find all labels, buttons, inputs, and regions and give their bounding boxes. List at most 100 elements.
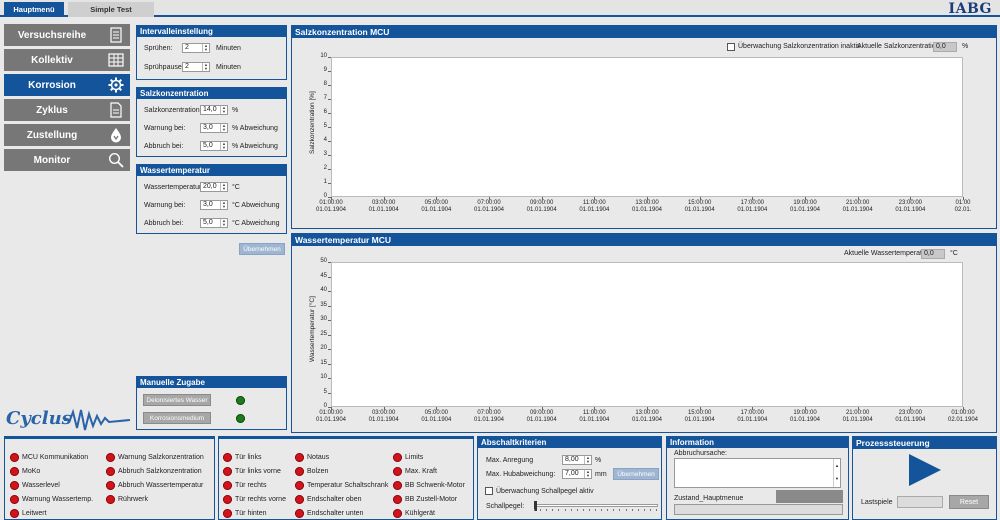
spin-arrows-icon[interactable]: ▲ ▼: [202, 63, 209, 71]
schallpegel-checkbox[interactable]: [485, 487, 493, 495]
x-tick-label: 05:00:00 01.01.1904: [416, 200, 456, 214]
nav-label: Korrosion: [28, 79, 76, 91]
cyclus-logo-text: Cyclus: [6, 408, 72, 429]
nav-versuchsreihe-button[interactable]: Versuchsreihe: [4, 24, 130, 46]
x-tick-mark: [647, 407, 648, 410]
abschalt-uebernehmen-button[interactable]: Übernehmen: [613, 468, 659, 480]
document-icon: [110, 102, 122, 118]
x-tick-date: 01.01.1904: [789, 207, 821, 213]
korrosionsmedium-button[interactable]: Korrosionsmedium: [143, 412, 211, 424]
x-tick-label: 15:00:00 01.01.1904: [680, 410, 720, 424]
x-tick-mark: [963, 407, 964, 410]
uebernehmen-button[interactable]: Übernehmen: [239, 243, 285, 255]
status-label: Tür hinten: [235, 510, 267, 517]
x-tick-mark: [910, 407, 912, 410]
slider-tick: [649, 509, 651, 511]
nav-zustellung-button[interactable]: Zustellung: [4, 124, 130, 146]
spin-arrows-icon[interactable]: ▲ ▼: [220, 183, 227, 191]
x-tick-mark: [383, 197, 385, 200]
prozess-title: Prozesssteuerung: [853, 437, 996, 449]
spruehpause-input[interactable]: 2 ▲ ▼: [182, 62, 210, 72]
reset-button[interactable]: Reset: [949, 495, 989, 509]
status-label: Warnung Wassertemp.: [22, 496, 94, 503]
spin-arrows-icon[interactable]: ▲ ▼: [220, 142, 227, 150]
nav-korrosion-button[interactable]: Korrosion: [4, 74, 130, 96]
nav-zyklus-button[interactable]: Zyklus: [4, 99, 130, 121]
slider-tick: [595, 509, 596, 511]
x-tick-label: 23:00:00 01.01.1904: [890, 200, 930, 214]
x-tick-mark: [383, 407, 385, 410]
spin-arrows-icon[interactable]: ▲ ▼: [220, 219, 227, 227]
y-tick-mark: [328, 57, 331, 58]
y-tick-label: 2: [323, 165, 327, 171]
anregung-input[interactable]: 8,00 ▲ ▼: [562, 455, 592, 465]
x-tick-date: 01.01.1904: [631, 417, 663, 423]
x-tick-date: 01.01.1904: [473, 207, 505, 213]
spruehen-value: 2: [185, 44, 189, 51]
status-panel-mcu: MCU Kommunikation Warnung Salzkonzentrati…: [4, 436, 215, 520]
nav-label: Zustellung: [26, 129, 78, 141]
salz-monitor-label: Überwachung Salzkonzentration inaktiv: [738, 43, 861, 50]
spin-arrows-icon[interactable]: ▲ ▼: [220, 124, 227, 132]
slider-tick: [637, 509, 639, 511]
spin-arrows-icon[interactable]: ▲ ▼: [220, 106, 227, 114]
abbruch-textarea[interactable]: ▲ ▼: [674, 458, 841, 488]
nav-label: Monitor: [33, 154, 71, 166]
salz-input[interactable]: 14,0 ▲ ▼: [200, 105, 228, 115]
x-tick-time: 13:00:00: [635, 410, 659, 416]
status-label: Wasserlevel: [22, 482, 60, 489]
x-tick-mark: [647, 197, 648, 200]
status-label: MCU Kommunikation: [22, 454, 89, 461]
anregung-unit: %: [595, 457, 602, 464]
status-led: [223, 495, 232, 504]
spin-arrows-icon[interactable]: ▲ ▼: [220, 201, 227, 209]
status-label: BB Schwenk-Motor: [405, 482, 465, 489]
x-tick-label: 23:00:00 01.01.1904: [890, 410, 930, 424]
nav-monitor-button[interactable]: Monitor: [4, 149, 130, 171]
x-tick-date: 01.01.1904: [315, 417, 347, 423]
y-tick-mark: [328, 183, 331, 184]
y-tick-label: 50: [320, 258, 327, 264]
deionisiertes-wasser-button[interactable]: Deionisiertes Wasser: [143, 394, 211, 406]
status-led: [295, 509, 304, 518]
status-label: Tür links: [235, 454, 262, 461]
x-tick-mark: [910, 197, 912, 200]
spin-arrows-icon[interactable]: ▲ ▼: [202, 44, 209, 52]
salz-abbruch-input[interactable]: 5,0 ▲ ▼: [200, 141, 228, 151]
status-panel-safety: Tür links Notaus Limits Tür links vorne Bolz…: [218, 436, 474, 520]
schallpegel-slider[interactable]: [534, 501, 658, 511]
spruehen-label: Sprühen:: [144, 45, 173, 52]
play-icon[interactable]: [907, 453, 943, 487]
x-tick-mark: [699, 407, 701, 410]
x-tick-label: 11:00:00 01.01.1904: [574, 410, 614, 424]
salz-readout-unit: %: [962, 43, 969, 50]
scrollbar[interactable]: ▲ ▼: [833, 459, 840, 487]
y-tick-mark: [328, 349, 331, 350]
slider-tick: [570, 509, 572, 511]
wasser-warnung-input[interactable]: 3,0 ▲ ▼: [200, 200, 228, 210]
y-tick-mark: [328, 127, 331, 128]
spin-arrows-icon[interactable]: ▲ ▼: [584, 456, 591, 464]
status-label: Endschalter oben: [307, 496, 362, 503]
salz-monitor-checkbox[interactable]: [727, 43, 735, 51]
wasser-status-led: [236, 396, 245, 405]
hub-input[interactable]: 7,00 ▲ ▼: [562, 469, 592, 479]
spin-arrows-icon[interactable]: ▲ ▼: [584, 470, 591, 478]
tab-simple-test[interactable]: Simple Test: [68, 2, 154, 17]
salz-unit: %: [232, 107, 239, 114]
status-label: Abbruch Wassertemperatur: [118, 482, 204, 489]
spruehen-input[interactable]: 2 ▲ ▼: [182, 43, 210, 53]
salz-warnung-input[interactable]: 3,0 ▲ ▼: [200, 123, 228, 133]
x-tick-label: 03:00:00 01.01.1904: [364, 200, 404, 214]
nav-kollektiv-button[interactable]: Kollektiv: [4, 49, 130, 71]
x-tick-date: 01.01.1904: [842, 207, 873, 213]
status-label: Tür links vorne: [235, 468, 281, 475]
salz-warnung-value: 3,0: [203, 124, 213, 131]
wasser-abbruch-input[interactable]: 5,0 ▲ ▼: [200, 218, 228, 228]
x-tick-time: 15:00:00: [687, 410, 712, 416]
y-tick-label: 3: [323, 151, 327, 157]
salz-warnung-unit: % Abweichung: [232, 125, 278, 132]
tab-hauptmenue[interactable]: Hauptmenü: [4, 2, 64, 17]
wassertemp-input[interactable]: 20,0 ▲ ▼: [200, 182, 228, 192]
spruehen-unit: Minuten: [216, 45, 241, 52]
